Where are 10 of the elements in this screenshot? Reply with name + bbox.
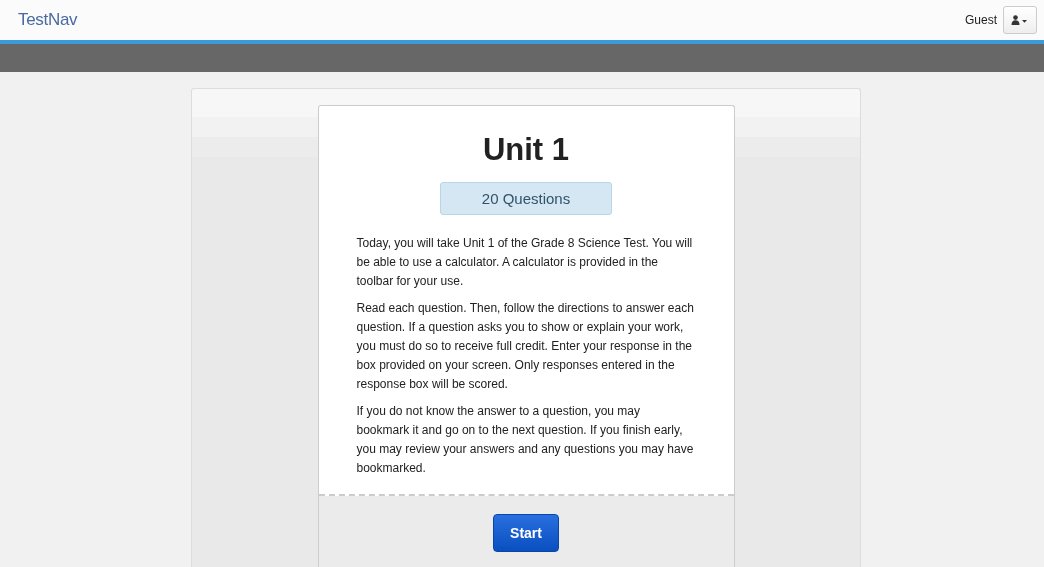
question-count: 20 Questions: [440, 182, 612, 215]
instructions-paragraph: Today, you will take Unit 1 of the Grade 8 Science Test. You will be able to use a calculator. A calculator is provided in the toolbar for your use.: [356, 235, 694, 290]
unit-title: Unit 1: [482, 132, 570, 168]
start-button[interactable]: Start: [493, 514, 559, 552]
logo: TestNav: [18, 10, 78, 30]
instructions-paragraph: Read each question. Then, follow the directions to answer each question. If a question asks you to show or explain your work, you must do so to receive full credit. Enter your response in the box provided on your screen. Only responses entered in the response box will be scored.: [356, 300, 695, 393]
user-name: Guest: [965, 13, 997, 27]
instructions-paragraph: If you do not know the answer to a question, you may bookmark it and go on to the next question. If you finish early, you may review your answers and any questions you may have bookmarked.: [356, 403, 695, 477]
user-menu-button[interactable]: [1003, 6, 1037, 34]
user-caret-icon: [1011, 15, 1029, 25]
